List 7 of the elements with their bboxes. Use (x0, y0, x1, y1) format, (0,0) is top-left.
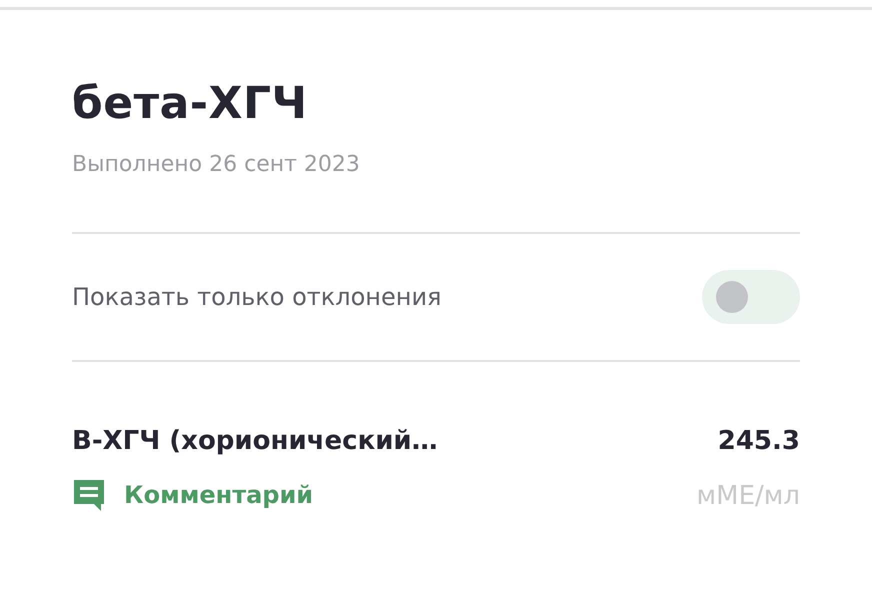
comment-icon (72, 478, 106, 512)
page-title: бета-ХГЧ (72, 82, 309, 126)
completion-date: Выполнено 26 сент 2023 (72, 154, 361, 176)
comment-link[interactable]: Комментарий (72, 477, 314, 513)
test-name: B-ХГЧ (хорионический… (72, 425, 438, 458)
test-value: 245.3 (716, 425, 800, 458)
filter-label: Показать только отклонения (72, 282, 442, 313)
